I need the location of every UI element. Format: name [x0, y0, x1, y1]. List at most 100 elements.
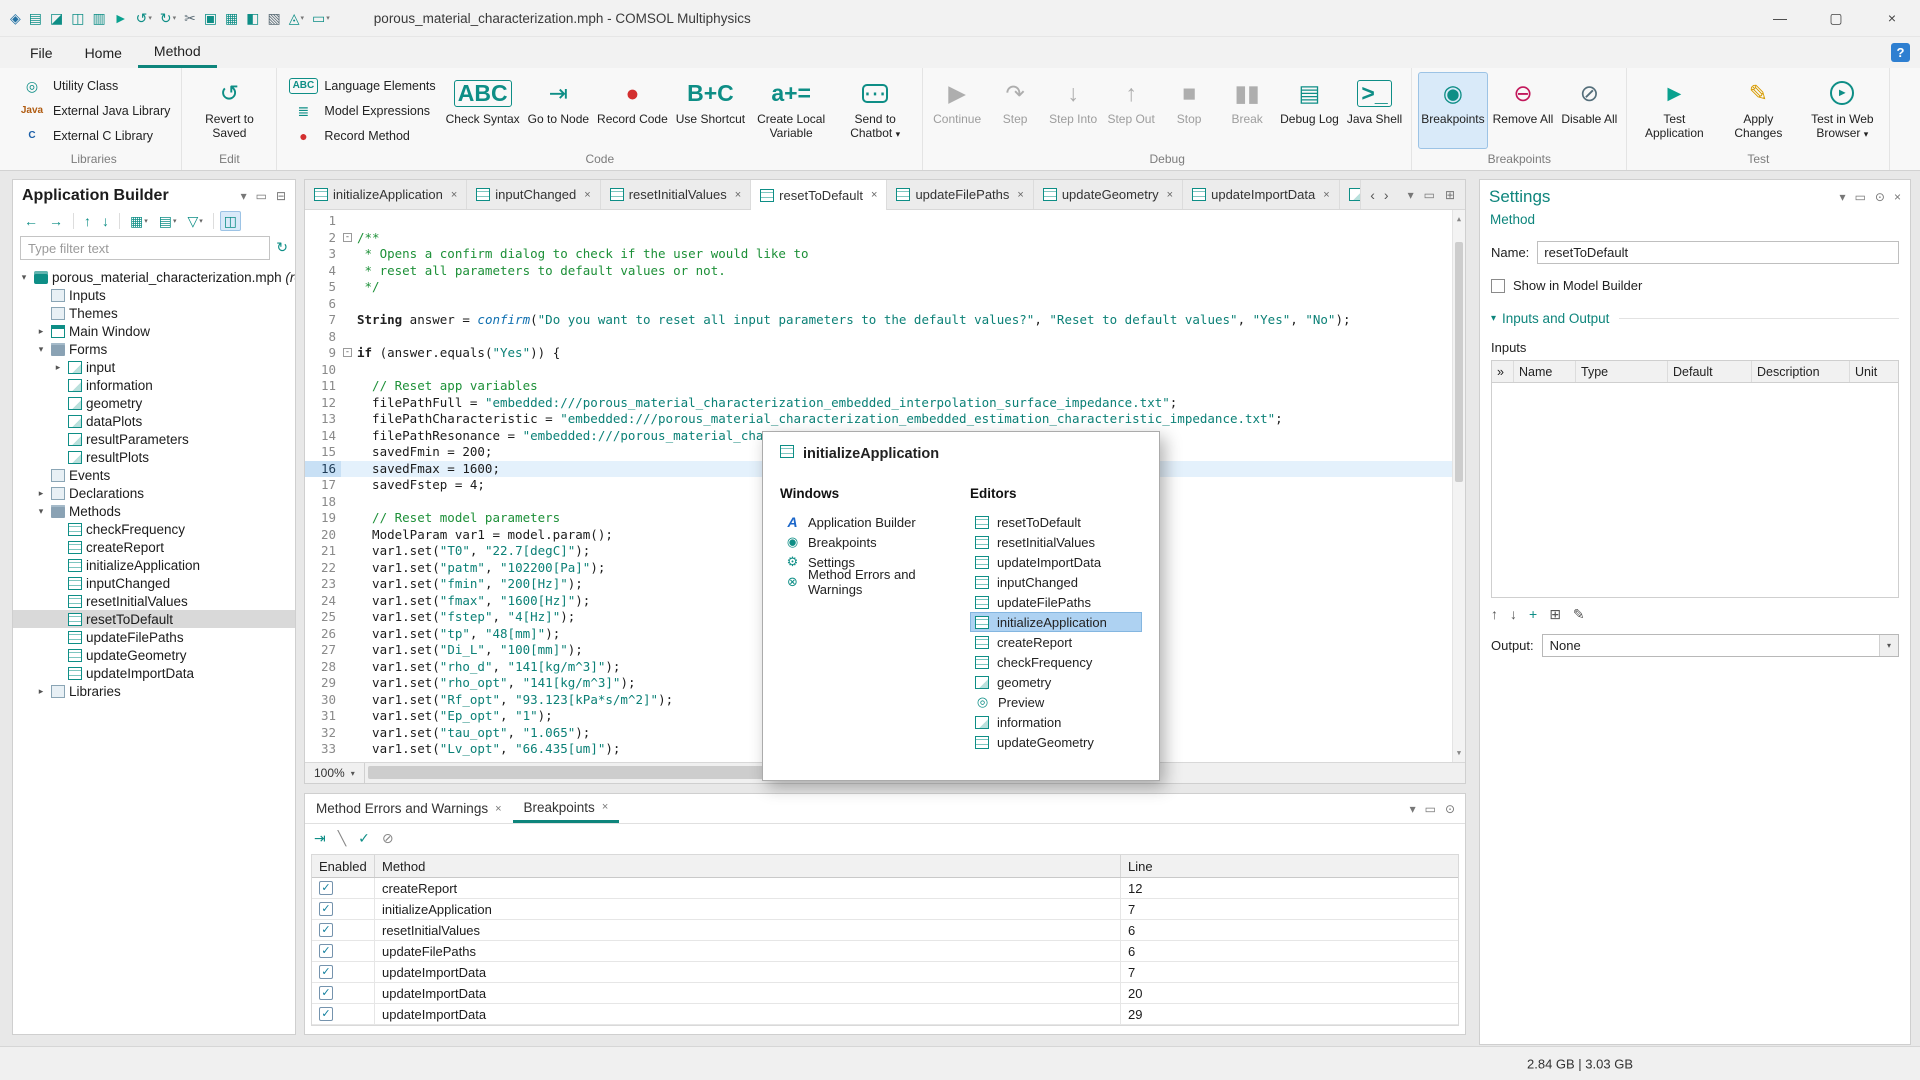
break-button[interactable]: ▮▮Break — [1219, 72, 1275, 149]
tree-item-inputs[interactable]: Inputs — [13, 286, 295, 304]
tree-item-createreport[interactable]: createReport — [13, 538, 295, 556]
help-button[interactable]: ? — [1891, 43, 1910, 62]
line-number[interactable]: 10 — [305, 362, 341, 379]
code-line[interactable]: 7String answer = confirm("Do you want to… — [305, 312, 1465, 329]
switcher-item-initializeapplication[interactable]: initializeApplication — [970, 612, 1142, 632]
tree-item-checkfrequency[interactable]: checkFrequency — [13, 520, 295, 538]
test-in-web-browser-button[interactable]: ►Test in Web Browser ▾ — [1801, 72, 1883, 149]
method-name-input[interactable] — [1537, 241, 1899, 264]
redo-button[interactable]: ↻▾ — [160, 11, 176, 25]
cut-button[interactable]: ✂ — [184, 11, 196, 25]
record-method-button[interactable]: ●Record Method — [284, 127, 439, 145]
fold-collapse-icon[interactable]: - — [343, 348, 352, 357]
tree-item-initializeapplication[interactable]: initializeApplication — [13, 556, 295, 574]
enabled-checkbox[interactable]: ✓ — [319, 944, 333, 958]
tree-item-resultplots[interactable]: resultPlots — [13, 448, 295, 466]
line-number[interactable]: 31 — [305, 708, 341, 725]
new-file-button[interactable]: ▤ — [29, 11, 42, 25]
switcher-item-updatefilepaths[interactable]: updateFilePaths — [970, 592, 1142, 612]
step-out-button[interactable]: ↑Step Out — [1103, 72, 1159, 149]
switcher-item-geometry[interactable]: geometry — [970, 672, 1142, 692]
record-code-button[interactable]: ●Record Code — [594, 72, 671, 149]
line-number[interactable]: 32 — [305, 725, 341, 742]
tree-item-information[interactable]: information — [13, 376, 295, 394]
copy-button[interactable]: ▣ — [204, 11, 217, 25]
code-line[interactable]: 1 — [305, 213, 1465, 230]
panel-tab-method-errors-and-warnings[interactable]: Method Errors and Warnings× — [305, 794, 513, 823]
line-number[interactable]: 25 — [305, 609, 341, 626]
nav-back-button[interactable]: ← — [20, 211, 42, 231]
add-button[interactable]: + — [1529, 606, 1537, 622]
editor-tab-updateimportdata[interactable]: updateImportData× — [1183, 180, 1340, 209]
tree-item-updateimportdata[interactable]: updateImportData — [13, 664, 295, 682]
undo-button[interactable]: ↺▾ — [136, 11, 152, 25]
switcher-item-updategeometry[interactable]: updateGeometry — [970, 732, 1142, 752]
tree-item-forms[interactable]: ▾Forms — [13, 340, 295, 358]
line-number[interactable]: 9 — [305, 345, 341, 362]
line-number[interactable]: 22 — [305, 560, 341, 577]
line-number[interactable]: 16 — [305, 461, 341, 478]
external-c-library-button[interactable]: CExternal C Library — [13, 127, 174, 145]
tree-item-porous-material-characterization-mph[interactable]: ▾porous_material_characterization.mph (r… — [13, 268, 295, 286]
close-tab-icon[interactable]: × — [871, 189, 877, 201]
breakpoint-row[interactable]: ✓updateImportData20 — [312, 983, 1458, 1004]
breakpoint-row[interactable]: ✓updateFilePaths6 — [312, 941, 1458, 962]
code-line[interactable]: 3 * Opens a confirm dialog to check if t… — [305, 246, 1465, 263]
line-number[interactable]: 4 — [305, 263, 341, 280]
line-number[interactable]: 6 — [305, 296, 341, 313]
window-layout-button[interactable]: ▭▾ — [312, 11, 330, 25]
switcher-item-updateimportdata[interactable]: updateImportData — [970, 552, 1142, 572]
scroll-down-icon[interactable]: ▼ — [1453, 745, 1465, 762]
external-java-library-button[interactable]: JavaExternal Java Library — [13, 102, 174, 120]
bp-enable-all-button[interactable]: ✓ — [358, 830, 370, 846]
move-up-button[interactable]: ↑ — [80, 211, 95, 231]
line-number[interactable]: 30 — [305, 692, 341, 709]
ribbon-tab-home[interactable]: Home — [69, 37, 138, 68]
model-expressions-button[interactable]: ≣Model Expressions — [284, 102, 439, 120]
tree-item-updatefilepaths[interactable]: updateFilePaths — [13, 628, 295, 646]
stop-button[interactable]: ■Stop — [1161, 72, 1217, 149]
move-down-gray-button[interactable]: ↓ — [1510, 606, 1517, 622]
disable-all-button[interactable]: ⊘Disable All — [1558, 72, 1620, 149]
maximize-button[interactable]: ▢ — [1808, 0, 1864, 36]
table-edit-button[interactable]: ⊞ — [1549, 606, 1561, 622]
editor-tab-infor[interactable]: infor — [1340, 180, 1362, 209]
line-number[interactable]: 11 — [305, 378, 341, 395]
expand-arrow[interactable]: ▾ — [18, 272, 30, 283]
move-down-button[interactable]: ↓ — [98, 211, 113, 231]
editor-tab-inputchanged[interactable]: inputChanged× — [467, 180, 600, 209]
code-line[interactable]: 5 */ — [305, 279, 1465, 296]
code-line[interactable]: 13 filePathCharacteristic = "embedded://… — [305, 411, 1465, 428]
breakpoint-row[interactable]: ✓initializeApplication7 — [312, 899, 1458, 920]
line-number[interactable]: 13 — [305, 411, 341, 428]
line-number[interactable]: 33 — [305, 741, 341, 758]
print-preview-button[interactable]: ▥ — [92, 11, 105, 25]
view-grid-button[interactable]: ▦▾ — [126, 211, 152, 231]
switcher-item-breakpoints[interactable]: ◉Breakpoints — [780, 532, 970, 552]
switcher-item-information[interactable]: information — [970, 712, 1142, 732]
line-number[interactable]: 1 — [305, 213, 341, 230]
line-number[interactable]: 7 — [305, 312, 341, 329]
scroll-up-icon[interactable]: ▲ — [1453, 211, 1465, 228]
line-number[interactable]: 12 — [305, 395, 341, 412]
enabled-checkbox[interactable]: ✓ — [319, 902, 333, 916]
minimize-button[interactable]: — — [1752, 0, 1808, 36]
enabled-checkbox[interactable]: ✓ — [319, 986, 333, 1000]
close-tab-icon[interactable]: × — [1323, 189, 1329, 201]
line-number[interactable]: 8 — [305, 329, 341, 346]
code-line[interactable]: 11 // Reset app variables — [305, 378, 1465, 395]
line-number[interactable]: 18 — [305, 494, 341, 511]
create-local-variable-button[interactable]: a+=Create Local Variable — [750, 72, 832, 149]
switcher-item-checkfrequency[interactable]: checkFrequency — [970, 652, 1142, 672]
editor-tab-initializeapplication[interactable]: initializeApplication× — [305, 180, 467, 209]
switcher-item-inputchanged[interactable]: inputChanged — [970, 572, 1142, 592]
debug-log-button[interactable]: ▤Debug Log — [1277, 72, 1342, 149]
use-shortcut-button[interactable]: B+CUse Shortcut — [673, 72, 748, 149]
duplicate-button[interactable]: ◧ — [246, 11, 259, 25]
switcher-item-application-builder[interactable]: AApplication Builder — [780, 512, 970, 532]
nav-forward-button[interactable]: → — [45, 211, 67, 231]
line-number[interactable]: 21 — [305, 543, 341, 560]
line-number[interactable]: 23 — [305, 576, 341, 593]
utility-class-button[interactable]: ◎Utility Class — [13, 77, 174, 95]
revert-to-saved-button[interactable]: ↺Revert to Saved — [188, 72, 270, 149]
